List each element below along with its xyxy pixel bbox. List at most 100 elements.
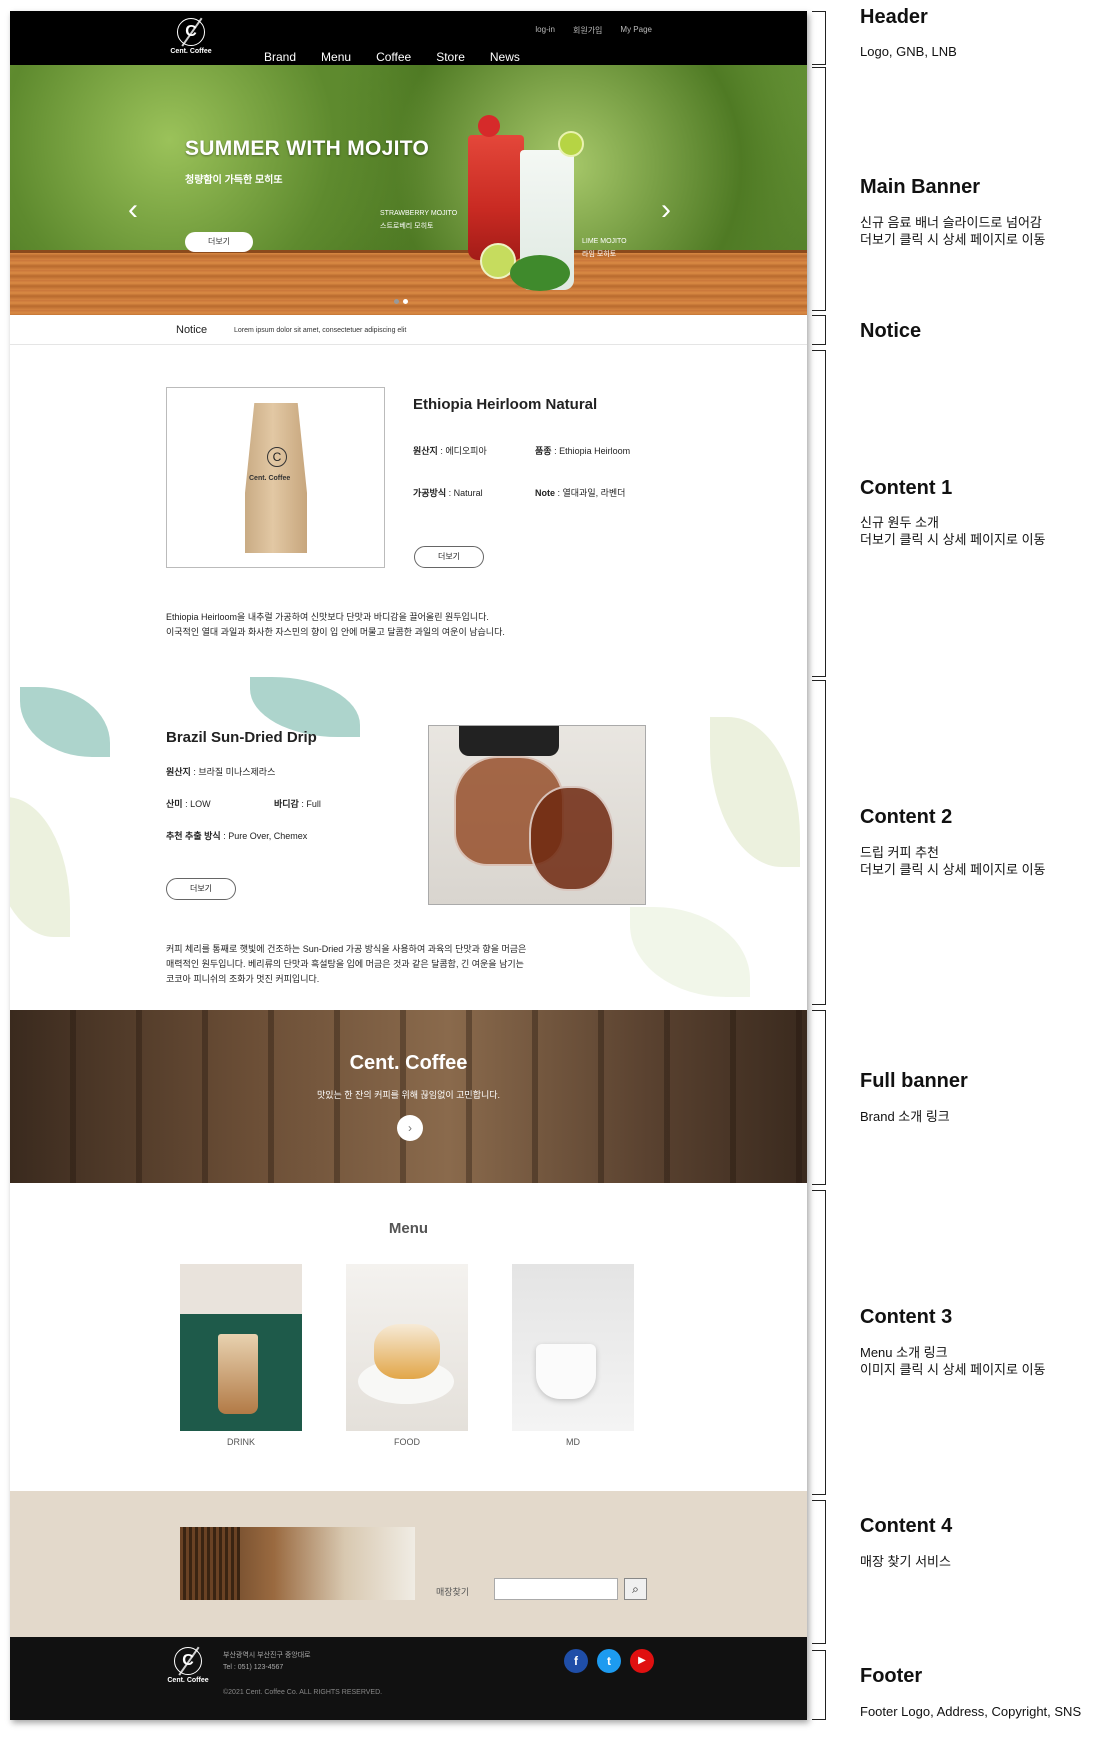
store-image bbox=[180, 1527, 415, 1600]
spec-body: 바디감 : Full bbox=[274, 799, 321, 809]
spec-note: Note : 열대과일, 라벤더 bbox=[535, 488, 626, 498]
tart-icon bbox=[374, 1324, 440, 1379]
menu-card-md[interactable] bbox=[512, 1264, 634, 1431]
mint-leaves-icon bbox=[510, 255, 570, 291]
annotation-title-content3: Content 3 bbox=[860, 1306, 953, 1328]
youtube-icon[interactable]: ▶ bbox=[630, 1649, 654, 1673]
footer-logo[interactable]: C Cent. Coffee bbox=[163, 1647, 213, 1684]
label-strawberry-ko: 스트로베리 모히토 bbox=[380, 223, 434, 230]
website-wireframe: C Cent. Coffee log-in 회원가입 My Page Brand… bbox=[10, 11, 807, 1720]
banner-title: SUMMER WITH MOJITO bbox=[185, 137, 430, 160]
footer-logo-mark: C bbox=[174, 1647, 202, 1675]
server-lid bbox=[459, 726, 559, 756]
banner-more-button[interactable]: 더보기 bbox=[185, 232, 253, 252]
gnb-item-coffee[interactable]: Coffee bbox=[376, 50, 411, 64]
coffee-bag-image: C Cent. Coffee bbox=[166, 387, 385, 568]
bag-text: Cent. Coffee bbox=[249, 475, 291, 482]
wood-slats bbox=[180, 1527, 240, 1600]
drip-coffee-image bbox=[428, 725, 646, 905]
annotation-desc-main-banner: 신규 음료 배너 슬라이드로 넘어감 더보기 클릭 시 상세 페이지로 이동 bbox=[860, 215, 1046, 247]
leaf-icon bbox=[630, 907, 750, 997]
footer-logo-text: Cent. Coffee bbox=[167, 1677, 209, 1684]
spec-process: 가공방식 : Natural bbox=[413, 488, 483, 498]
search-icon[interactable]: ⌕ bbox=[624, 1578, 647, 1600]
leaf-icon bbox=[710, 717, 800, 867]
slider-dot-active[interactable] bbox=[403, 299, 408, 304]
annotation-desc-content2: 드립 커피 추천 더보기 클릭 시 상세 페이지로 이동 bbox=[860, 845, 1046, 877]
header: C Cent. Coffee log-in 회원가입 My Page Brand… bbox=[10, 11, 807, 65]
full-banner: Cent. Coffee 맛있는 한 잔의 커피를 위해 끊임없이 고민합니다.… bbox=[10, 1010, 807, 1183]
content2-section: Brazil Sun-Dried Drip 원산지 : 브라질 미나스제라스 산… bbox=[10, 677, 807, 1010]
wood-table bbox=[10, 250, 807, 315]
mypage-link[interactable]: My Page bbox=[620, 25, 652, 36]
menu-card-drink[interactable] bbox=[180, 1264, 302, 1431]
annotation-title-content4: Content 4 bbox=[860, 1515, 953, 1537]
content2-more-button[interactable]: 더보기 bbox=[166, 878, 236, 900]
login-link[interactable]: log-in bbox=[535, 25, 555, 36]
annotation-desc-header: Logo, GNB, LNB bbox=[860, 44, 957, 59]
bracket-footer bbox=[812, 1650, 826, 1720]
spec-acidity: 산미 : LOW bbox=[166, 799, 211, 809]
gnb-item-brand[interactable]: Brand bbox=[264, 50, 296, 64]
facebook-icon[interactable]: f bbox=[564, 1649, 588, 1673]
coffee-glass bbox=[529, 786, 614, 891]
mug-icon bbox=[536, 1344, 596, 1399]
full-banner-subtitle: 맛있는 한 잔의 커피를 위해 끊임없이 고민합니다. bbox=[316, 1090, 501, 1100]
bracket-content2 bbox=[812, 680, 826, 1005]
monstera-leaf-icon bbox=[250, 677, 360, 737]
store-finder-label: 매장찾기 bbox=[436, 1587, 470, 1597]
bracket-notice bbox=[812, 315, 826, 345]
menu-card-food[interactable] bbox=[346, 1264, 468, 1431]
banner-subtitle: 청량함이 가득한 모히또 bbox=[185, 175, 283, 186]
strawberry-mojito-glass bbox=[468, 135, 524, 260]
logo-text: Cent. Coffee bbox=[170, 48, 212, 55]
spec-origin: 원산지 : 브라질 미나스제라스 bbox=[166, 767, 276, 777]
annotation-title-notice: Notice bbox=[860, 320, 922, 342]
bracket-content4 bbox=[812, 1500, 826, 1644]
slider-dot[interactable] bbox=[394, 299, 399, 304]
full-banner-title: Cent. Coffee bbox=[349, 1052, 468, 1074]
bracket-content3 bbox=[812, 1190, 826, 1495]
menu-label-food[interactable]: FOOD bbox=[346, 1437, 468, 1447]
gnb-item-store[interactable]: Store bbox=[436, 50, 465, 64]
brand-link-arrow-icon[interactable]: › bbox=[397, 1115, 423, 1141]
annotation-desc-content1: 신규 원두 소개 더보기 클릭 시 상세 페이지로 이동 bbox=[860, 515, 1046, 547]
next-arrow-icon[interactable]: › bbox=[661, 195, 671, 225]
utility-nav: log-in 회원가입 My Page bbox=[535, 25, 652, 36]
prev-arrow-icon[interactable]: ‹ bbox=[128, 195, 138, 225]
twitter-icon[interactable]: t bbox=[597, 1649, 621, 1673]
footer-copyright: ©2021 Cent. Coffee Co. ALL RIGHTS RESERV… bbox=[223, 1689, 383, 1696]
logo[interactable]: C Cent. Coffee bbox=[166, 18, 216, 55]
bracket-main-banner bbox=[812, 67, 826, 311]
footer: C Cent. Coffee 부산광역시 부산진구 중앙대로 Tel : 051… bbox=[10, 1637, 807, 1720]
bracket-header bbox=[812, 11, 826, 65]
logo-mark: C bbox=[177, 18, 205, 46]
annotation-desc-footer: Footer Logo, Address, Copyright, SNS bbox=[860, 1704, 1082, 1719]
label-lime-en: LIME MOJITO bbox=[582, 238, 627, 245]
content1-more-button[interactable]: 더보기 bbox=[414, 546, 484, 568]
footer-address: 부산광역시 부산진구 중앙대로 Tel : 051) 123-4567 bbox=[223, 1652, 311, 1671]
gnb-item-menu[interactable]: Menu bbox=[321, 50, 351, 64]
annotation-desc-content3: Menu 소개 링크 이미지 클릭 시 상세 페이지로 이동 bbox=[860, 1345, 1046, 1377]
annotation-title-full-banner: Full banner bbox=[860, 1070, 968, 1092]
store-search-input[interactable] bbox=[494, 1578, 618, 1600]
notice-title: Notice bbox=[176, 324, 208, 336]
iced-latte-icon bbox=[218, 1334, 258, 1414]
signup-link[interactable]: 회원가입 bbox=[573, 25, 602, 36]
bag-logo: C bbox=[267, 447, 287, 467]
global-nav: Brand Menu Coffee Store News bbox=[264, 50, 545, 64]
notice-bar: Notice Lorem ipsum dolor sit amet, conse… bbox=[10, 315, 807, 345]
monstera-leaf-icon bbox=[20, 687, 110, 757]
annotation-title-header: Header bbox=[860, 6, 928, 28]
spec-variety: 품종 : Ethiopia Heirloom bbox=[535, 446, 631, 456]
notice-text[interactable]: Lorem ipsum dolor sit amet, consectetuer… bbox=[234, 327, 406, 334]
spec-origin: 원산지 : 에디오피아 bbox=[413, 446, 487, 456]
lime-slice-icon bbox=[558, 131, 584, 157]
label-lime-ko: 라임 모히토 bbox=[582, 251, 617, 258]
main-banner: SUMMER WITH MOJITO 청량함이 가득한 모히또 더보기 ‹ › … bbox=[10, 65, 807, 315]
menu-label-md[interactable]: MD bbox=[512, 1437, 634, 1447]
menu-label-drink[interactable]: DRINK bbox=[180, 1437, 302, 1447]
spec-brew: 추천 추출 방식 : Pure Over, Chemex bbox=[166, 831, 308, 841]
gnb-item-news[interactable]: News bbox=[490, 50, 520, 64]
menu-title: Menu bbox=[388, 1220, 429, 1237]
